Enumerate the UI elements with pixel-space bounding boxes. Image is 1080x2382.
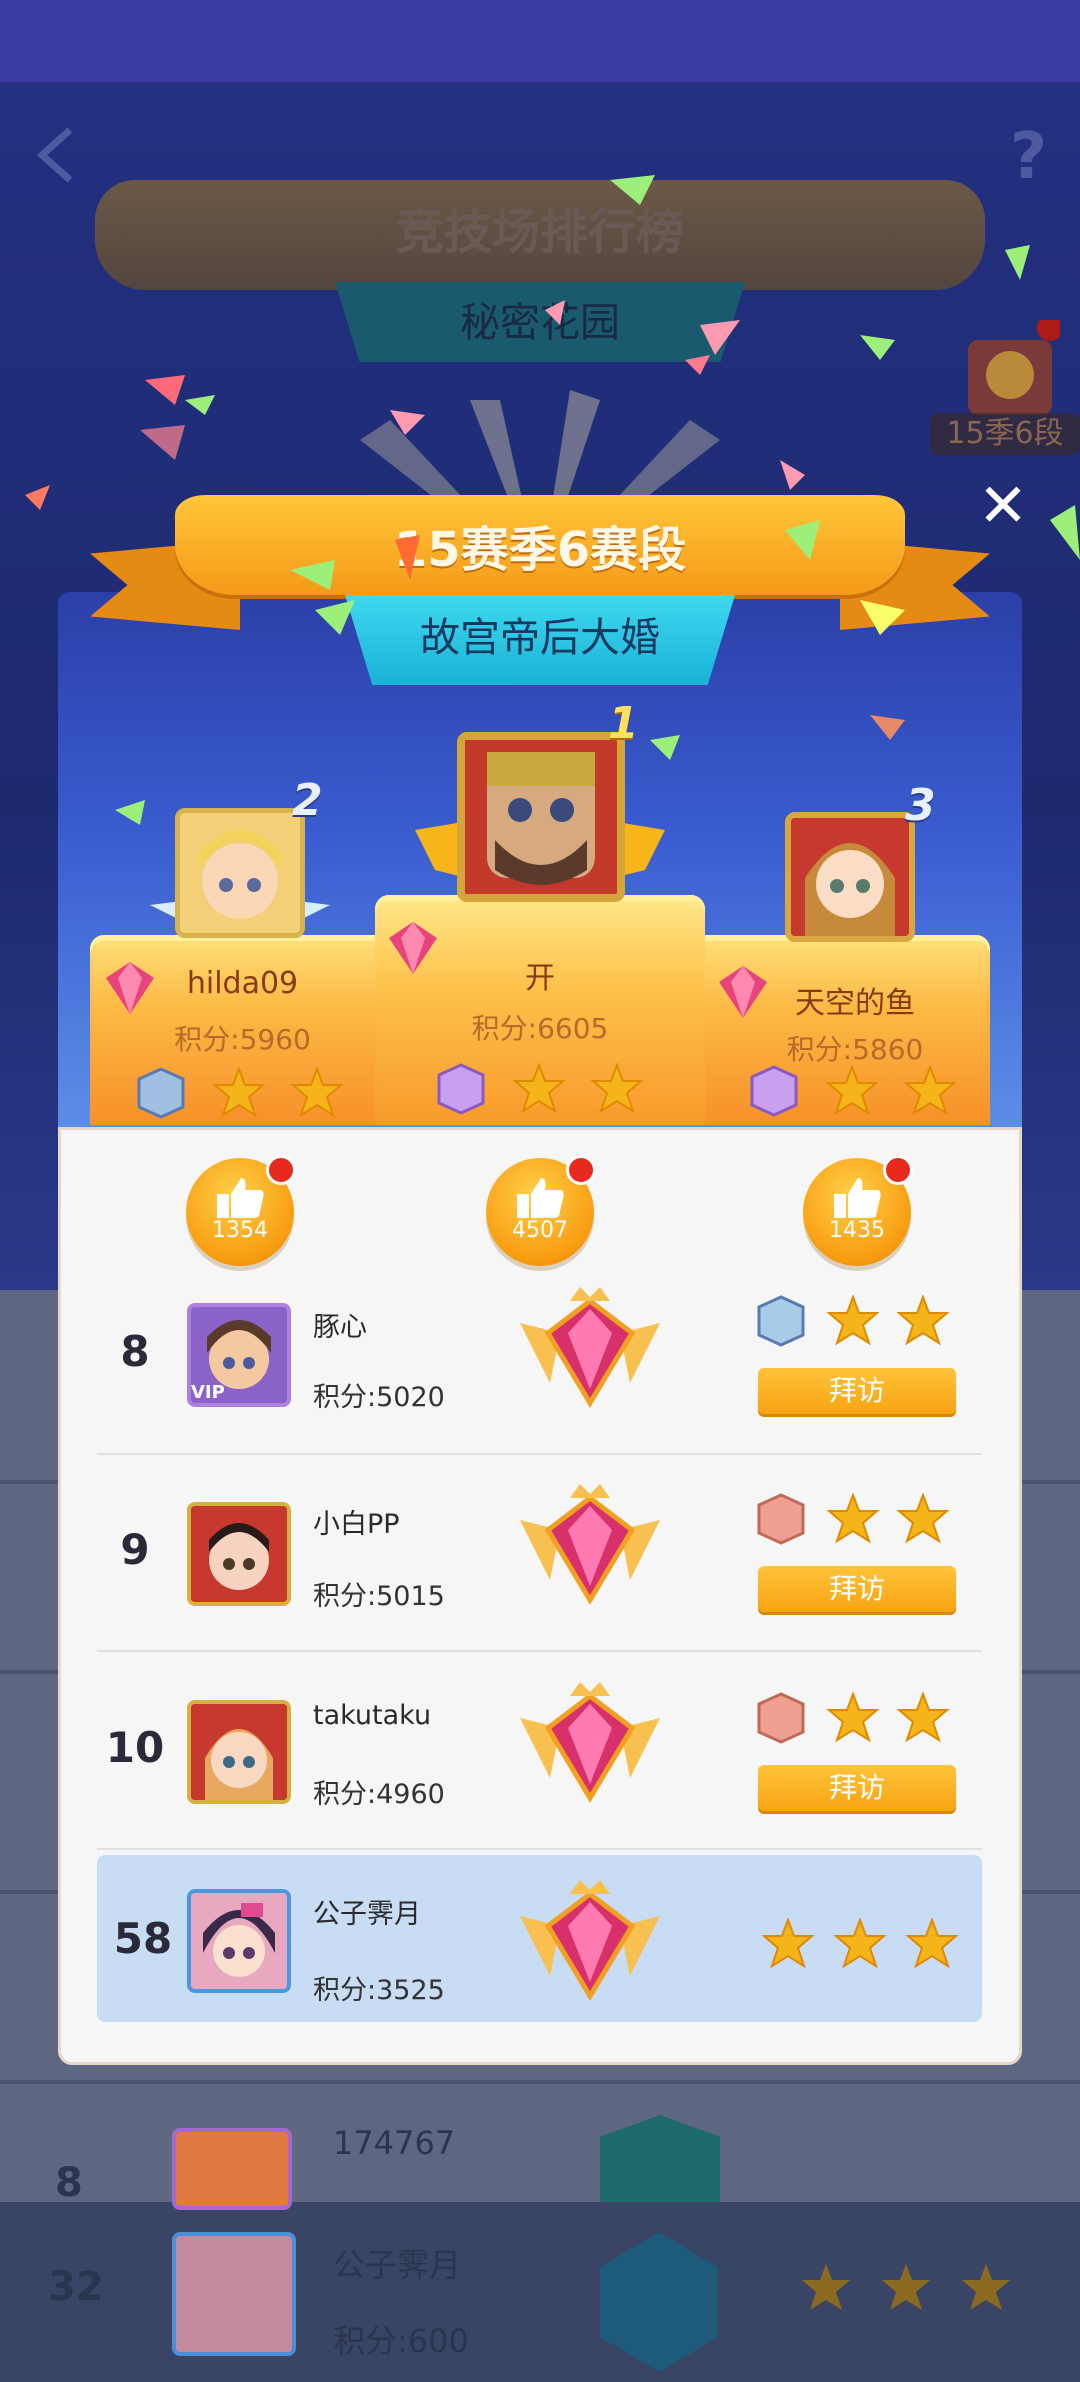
- bg-my-rank: 32: [48, 2264, 104, 2310]
- bg-my-score: 积分:600: [333, 2322, 469, 2360]
- background-subtitle: 秘密花园: [460, 300, 620, 346]
- background-title: 竞技场排行榜: [395, 204, 684, 260]
- third-place-name: 天空的鱼: [795, 986, 915, 1021]
- my-rank: 58: [113, 1914, 173, 1963]
- second-rank-number: 2: [292, 775, 323, 826]
- second-place-medals: [135, 1066, 355, 1119]
- third-place-medals: [748, 1064, 968, 1117]
- notification-dot: [883, 1155, 913, 1185]
- player-score: 积分:4960: [313, 1779, 445, 1810]
- bg-row-name: 174767: [333, 2124, 456, 2162]
- first-rank-number: 1: [608, 698, 639, 749]
- third-place-score: 积分:5860: [786, 1033, 924, 1066]
- visit-button[interactable]: 拜访: [758, 1765, 956, 1811]
- third-place-avatar[interactable]: [785, 812, 915, 942]
- notification-dot: [566, 1155, 596, 1185]
- bg-my-medals: [800, 2262, 1060, 2314]
- row-medals: [755, 1492, 955, 1545]
- close-button[interactable]: ✕: [975, 476, 1031, 536]
- like-count: 1435: [829, 1218, 885, 1243]
- row-medals: [755, 1294, 955, 1347]
- player-score: 积分:5020: [313, 1382, 445, 1413]
- row-rank: 9: [120, 1525, 150, 1574]
- first-place-name: 开: [525, 961, 555, 996]
- visit-button[interactable]: 拜访: [758, 1368, 956, 1414]
- diamond-rank-badge-icon: [520, 1283, 660, 1413]
- player-name: takutaku: [313, 1700, 432, 1731]
- first-place-medals: [435, 1062, 655, 1115]
- diamond-rank-badge-icon: [520, 1678, 660, 1808]
- thumbs-up-icon: [832, 1176, 882, 1220]
- season-badge-label: 15季6段: [930, 413, 1080, 455]
- bg-row-avatar: [172, 2128, 292, 2210]
- popup-subtitle: 故宫帝后大婚: [420, 615, 660, 661]
- third-rank-number: 3: [905, 780, 936, 831]
- bg-row-rank: 8: [55, 2160, 83, 2206]
- row-rank: 8: [120, 1327, 150, 1376]
- second-place-avatar[interactable]: [175, 808, 305, 938]
- row-rank: 10: [105, 1723, 165, 1772]
- diamond-rank-badge-icon: [520, 1876, 660, 2006]
- player-avatar[interactable]: [187, 1502, 291, 1606]
- thumbs-up-icon: [215, 1176, 265, 1220]
- thumbs-up-icon: [515, 1176, 565, 1220]
- status-bar: [0, 0, 1080, 82]
- my-name: 公子霁月: [313, 1899, 421, 1930]
- my-avatar[interactable]: [187, 1889, 291, 1993]
- popup-title: 15赛季6赛段: [393, 522, 687, 578]
- like-count: 4507: [512, 1218, 568, 1243]
- player-avatar[interactable]: [187, 1700, 291, 1804]
- first-place-score: 积分:6605: [471, 1012, 609, 1045]
- help-icon[interactable]: ?: [1010, 120, 1070, 194]
- bg-my-name: 公子霁月: [333, 2246, 462, 2284]
- player-name: 小白PP: [313, 1509, 400, 1540]
- second-place-score: 积分:5960: [174, 1023, 311, 1056]
- my-medals: [761, 1917, 962, 1970]
- my-score: 积分:3525: [313, 1975, 445, 2006]
- first-place-avatar[interactable]: [457, 732, 625, 902]
- player-name: 豚心: [313, 1312, 367, 1343]
- visit-button[interactable]: 拜访: [758, 1566, 956, 1612]
- diamond-rank-icon: [713, 962, 773, 1022]
- season-badge-icon[interactable]: [960, 315, 1063, 420]
- bg-my-avatar: [172, 2232, 296, 2356]
- diamond-rank-badge-icon: [520, 1480, 660, 1610]
- back-arrow-icon[interactable]: [30, 125, 90, 185]
- player-score: 积分:5015: [313, 1581, 445, 1612]
- like-count: 1354: [212, 1218, 268, 1243]
- vip-badge: VIP: [191, 1382, 225, 1403]
- second-place-name: hilda09: [186, 966, 299, 1001]
- notification-dot: [266, 1155, 296, 1185]
- row-divider: [97, 1650, 982, 1652]
- row-divider: [97, 1453, 982, 1455]
- diamond-rank-icon: [100, 958, 160, 1018]
- row-medals: [755, 1691, 955, 1744]
- divider: [0, 2080, 1080, 2084]
- row-divider: [97, 1848, 982, 1850]
